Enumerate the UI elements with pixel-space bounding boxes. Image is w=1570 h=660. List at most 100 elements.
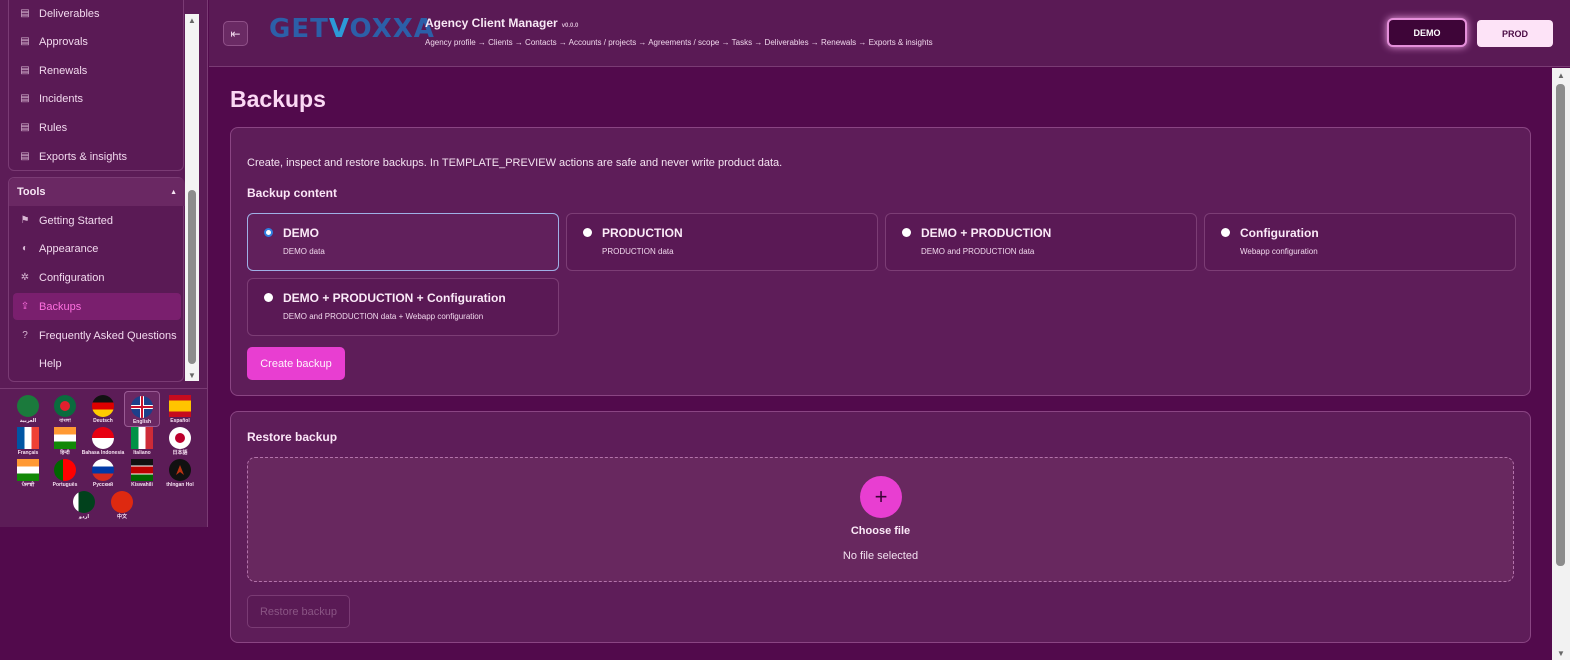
- sidebar-item-label: Rules: [39, 121, 68, 134]
- getvoxxa-logo: GETVOXXA: [269, 14, 435, 44]
- env-prod-button[interactable]: PROD: [1477, 20, 1553, 47]
- collapse-sidebar-icon: ⇤: [230, 26, 241, 41]
- language-id[interactable]: Bahasa Indonesia: [82, 423, 124, 459]
- backup-option-demo[interactable]: DEMO DEMO data: [247, 213, 559, 271]
- sidebar-item-deliverables[interactable]: ▤ Deliverables: [13, 0, 181, 27]
- radio-icon[interactable]: [264, 293, 273, 302]
- sidebar-item-help[interactable]: Help: [13, 350, 181, 377]
- radio-icon[interactable]: [1221, 228, 1230, 237]
- sidebar-item-faq[interactable]: ? Frequently Asked Questions: [13, 322, 181, 349]
- nav-group: ▤ Deliverables ▤ Approvals ▤ Renewals ▤ …: [8, 0, 184, 171]
- klingon-emblem-icon: [169, 459, 191, 481]
- backup-option-configuration[interactable]: Configuration Webapp configuration: [1204, 213, 1516, 271]
- list-icon: ▤: [20, 65, 30, 76]
- sidebar-item-incidents[interactable]: ▤ Incidents: [13, 85, 181, 112]
- language-es[interactable]: Español: [162, 391, 198, 427]
- page-title: Backups: [230, 86, 326, 112]
- india-flag-icon: [54, 427, 76, 449]
- kenya-flag-icon: [131, 459, 153, 481]
- language-ja[interactable]: 日本語: [162, 423, 198, 459]
- sidebar-item-label: Exports & insights: [39, 150, 128, 163]
- scroll-up-arrow-icon[interactable]: ▲: [185, 14, 199, 26]
- backup-option-production[interactable]: PRODUCTION PRODUCTION data: [566, 213, 878, 271]
- list-icon: ▤: [20, 151, 30, 162]
- sidebar-item-label: Frequently Asked Questions: [39, 329, 177, 342]
- backup-option-demo-production[interactable]: DEMO + PRODUCTION DEMO and PRODUCTION da…: [885, 213, 1197, 271]
- italy-flag-icon: [131, 427, 153, 449]
- tools-group: Tools ▲ ⚑ Getting Started ◐ Appearance ✲…: [8, 177, 185, 382]
- backup-option-all[interactable]: DEMO + PRODUCTION + Configuration DEMO a…: [247, 278, 559, 336]
- spain-flag-icon: [169, 395, 191, 417]
- sidebar-item-renewals[interactable]: ▤ Renewals: [13, 57, 181, 84]
- france-flag-icon: [17, 427, 39, 449]
- language-de[interactable]: Deutsch: [85, 391, 121, 427]
- language-pa[interactable]: ਪੰਜਾਬੀ: [10, 455, 46, 491]
- language-fr[interactable]: Français: [10, 423, 46, 459]
- sidebar-item-label: Renewals: [39, 64, 88, 77]
- chevron-up-icon: ▲: [170, 188, 177, 196]
- list-icon: ▤: [20, 36, 30, 47]
- no-file-status: No file selected: [842, 550, 919, 562]
- backup-create-card: Create, inspect and restore backups. In …: [230, 127, 1531, 396]
- scroll-down-arrow-icon[interactable]: ▼: [1552, 646, 1570, 660]
- language-hi[interactable]: हिन्दी: [47, 423, 83, 459]
- choose-file-label[interactable]: Choose file: [248, 525, 1513, 537]
- sidebar-item-configuration[interactable]: ✲ Configuration: [13, 264, 181, 291]
- sidebar-item-rules[interactable]: ▤ Rules: [13, 114, 181, 141]
- sidebar-item-label: Approvals: [39, 35, 88, 48]
- sidebar-item-approvals[interactable]: ▤ Approvals: [13, 28, 181, 55]
- uk-flag-icon: [131, 396, 153, 418]
- sidebar-item-backups[interactable]: ⇪ Backups: [13, 293, 181, 320]
- language-sw[interactable]: Kiswahili: [124, 455, 160, 491]
- tools-section-toggle[interactable]: Tools ▲: [9, 178, 185, 206]
- main-scroll-thumb[interactable]: [1556, 84, 1565, 566]
- sidebar-item-label: Getting Started: [39, 214, 113, 227]
- sidebar-item-label: Help: [39, 357, 62, 370]
- language-selector: العربية বাংলা Deutsch English Español Fr…: [0, 388, 208, 527]
- sidebar-item-exports[interactable]: ▤ Exports & insights: [13, 143, 181, 170]
- language-tlh[interactable]: thlngan Hol: [162, 455, 198, 491]
- sidebar-item-label: Configuration: [39, 271, 105, 284]
- radio-icon[interactable]: [902, 228, 911, 237]
- file-dropzone[interactable]: + Choose file No file selected: [247, 457, 1514, 582]
- language-zh[interactable]: 中文: [104, 487, 140, 523]
- language-ru[interactable]: Русский: [85, 455, 121, 491]
- scroll-down-arrow-icon[interactable]: ▼: [185, 369, 199, 381]
- language-ur[interactable]: اردو: [66, 487, 102, 523]
- palette-icon: ◐: [21, 243, 29, 254]
- plus-icon[interactable]: +: [860, 476, 902, 518]
- language-bn[interactable]: বাংলা: [47, 391, 83, 427]
- radio-selected-icon[interactable]: [264, 228, 273, 237]
- list-icon: ▤: [20, 122, 30, 133]
- sidebar-scrollbar[interactable]: ▲ ▼: [185, 14, 199, 381]
- breadcrumb: Agency profile → Clients → Contacts → Ac…: [425, 38, 933, 47]
- restore-backup-button[interactable]: Restore backup: [247, 595, 350, 628]
- tools-title: Tools: [17, 186, 46, 198]
- sidebar-scroll-area[interactable]: ▤ Deliverables ▤ Approvals ▤ Renewals ▤ …: [0, 0, 208, 383]
- germany-flag-icon: [92, 395, 114, 417]
- env-demo-button[interactable]: DEMO: [1389, 20, 1465, 45]
- collapse-sidebar-button[interactable]: ⇤: [223, 21, 248, 46]
- language-pt[interactable]: Português: [47, 455, 83, 491]
- sidebar: ▤ Deliverables ▤ Approvals ▤ Renewals ▤ …: [0, 0, 208, 527]
- sidebar-item-appearance[interactable]: ◐ Appearance: [13, 235, 181, 262]
- sidebar-item-label: Backups: [39, 300, 82, 313]
- main-scrollbar[interactable]: ▲ ▼: [1552, 68, 1570, 660]
- app-version: v0.0.0: [561, 23, 579, 29]
- backup-content-title: Backup content: [247, 186, 338, 200]
- radio-icon[interactable]: [583, 228, 592, 237]
- blank-icon: [19, 358, 31, 370]
- scroll-up-arrow-icon[interactable]: ▲: [1552, 68, 1570, 82]
- top-header: ⇤ GETVOXXA Agency Client Manager v0.0.0 A…: [209, 0, 1570, 67]
- sidebar-item-getting-started[interactable]: ⚑ Getting Started: [13, 207, 181, 234]
- sidebar-item-label: Appearance: [39, 242, 99, 255]
- list-icon: ▤: [20, 93, 30, 104]
- create-backup-button[interactable]: Create backup: [247, 347, 345, 380]
- language-it[interactable]: Italiano: [124, 423, 160, 459]
- sidebar-scroll-thumb[interactable]: [188, 190, 196, 364]
- language-ar[interactable]: العربية: [10, 391, 46, 427]
- main-content: Backups Create, inspect and restore back…: [209, 68, 1552, 660]
- language-en[interactable]: English: [124, 391, 160, 427]
- flag-icon: ⚑: [20, 215, 30, 226]
- bangladesh-flag-icon: [54, 395, 76, 417]
